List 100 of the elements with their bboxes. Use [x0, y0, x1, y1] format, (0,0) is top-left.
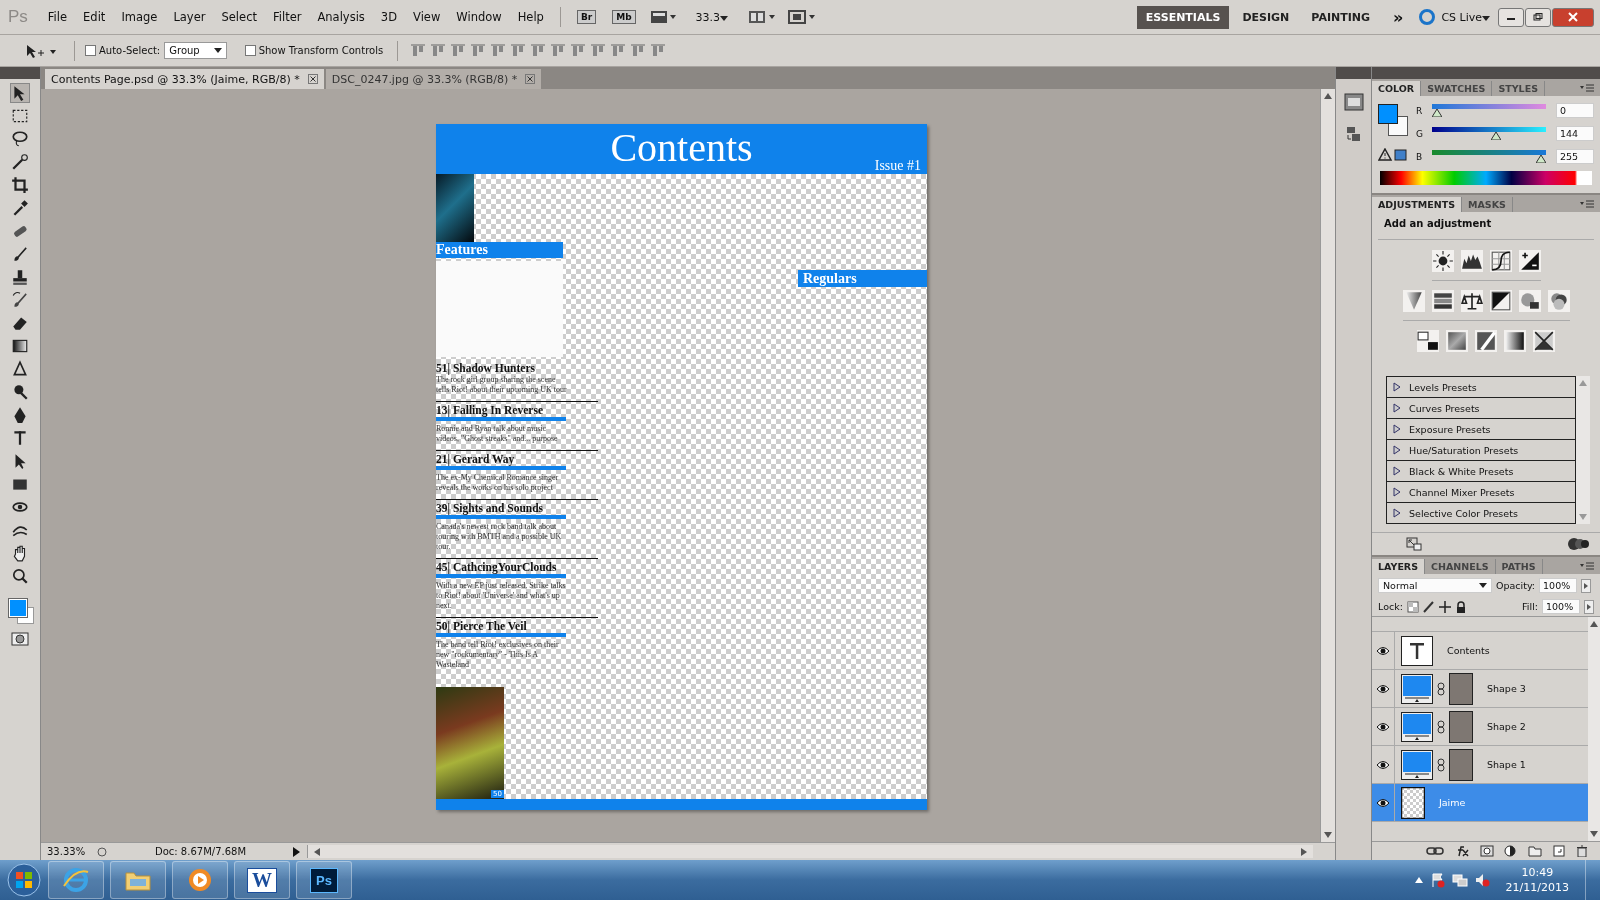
plus-minus-icon[interactable]	[1518, 250, 1541, 272]
link-icon[interactable]	[1426, 845, 1444, 857]
screen-mode-icon[interactable]	[788, 9, 817, 25]
panel-tab[interactable]: MASKS	[1462, 197, 1513, 212]
layers-scrollbar[interactable]	[1588, 617, 1600, 841]
circles-icon[interactable]	[1547, 290, 1570, 312]
triangle-icon[interactable]	[1393, 403, 1401, 413]
preset-item[interactable]: Levels Presets	[1387, 377, 1575, 398]
right-arrow-icon[interactable]	[1301, 847, 1307, 856]
preset-item[interactable]: Curves Presets	[1387, 398, 1575, 419]
menu-item[interactable]: Window	[448, 10, 510, 24]
workspace-button[interactable]: PAINTING	[1302, 5, 1380, 29]
move-arrows-icon[interactable]	[1438, 600, 1451, 613]
color-swatches[interactable]	[1378, 104, 1410, 138]
fill-field[interactable]: 100%	[1542, 599, 1580, 614]
triangle-icon[interactable]	[1393, 445, 1401, 455]
menu-item[interactable]: Help	[509, 10, 552, 24]
word-taskbar-button[interactable]: W	[234, 861, 290, 899]
film-dropdown-icon[interactable]	[649, 9, 676, 25]
menu-item[interactable]: Layer	[165, 10, 214, 24]
crop-icon[interactable]	[11, 176, 29, 194]
triangle-icon[interactable]	[1393, 487, 1401, 497]
type-tool-icon[interactable]	[11, 429, 29, 447]
sun-icon[interactable]	[1431, 250, 1454, 272]
close-button[interactable]	[1552, 7, 1594, 27]
panel-tab[interactable]: PATHS	[1495, 559, 1543, 574]
opacity-field[interactable]: 100%	[1539, 578, 1578, 593]
mask-icon[interactable]	[1480, 845, 1494, 857]
foreground-background-swatches[interactable]	[8, 598, 32, 626]
eye-icon[interactable]	[1376, 797, 1390, 808]
close-icon[interactable]	[307, 74, 318, 84]
brush-icon[interactable]	[11, 245, 29, 263]
eye-icon[interactable]	[1376, 759, 1390, 770]
curve-grid-icon[interactable]	[1489, 250, 1512, 272]
fill-slider-button[interactable]	[1584, 599, 1594, 614]
panel-tab[interactable]: CHANNELS	[1425, 559, 1496, 574]
menu-item[interactable]: View	[405, 10, 449, 24]
workspace-button[interactable]: DESIGN	[1233, 5, 1299, 29]
slider-thumb[interactable]	[1536, 155, 1546, 163]
padlock-icon[interactable]	[1454, 600, 1467, 613]
preset-item[interactable]: Channel Mixer Presets	[1387, 482, 1575, 503]
up-arrow-icon[interactable]	[1324, 93, 1332, 99]
triangle-icon[interactable]	[1393, 466, 1401, 476]
channel-value-field[interactable]: 0	[1556, 103, 1594, 118]
magnifier-icon[interactable]	[11, 383, 29, 401]
blend-mode-dropdown[interactable]: Normal	[1378, 578, 1492, 593]
new-layer-icon[interactable]	[1552, 845, 1566, 857]
layer-row[interactable]: Shape 2	[1372, 708, 1588, 746]
panel-tab[interactable]: ADJUSTMENTS	[1372, 197, 1463, 212]
panel-menu-icon[interactable]	[1580, 561, 1594, 570]
caret-icon[interactable]	[720, 15, 729, 21]
channel-value-field[interactable]: 144	[1556, 126, 1594, 141]
auto-select-target-dropdown[interactable]: Group	[164, 42, 227, 59]
marquee-icon[interactable]	[11, 107, 29, 125]
minimize-button[interactable]	[1498, 7, 1524, 27]
triangle-icon[interactable]	[1402, 290, 1425, 312]
menu-item[interactable]: Select	[213, 10, 265, 24]
document-tab[interactable]: Contents Page.psd @ 33.3% (Jaime, RGB/8) *	[45, 69, 324, 89]
menu-item[interactable]: Edit	[75, 10, 114, 24]
preset-item[interactable]: Exposure Presets	[1387, 419, 1575, 440]
more-workspaces-button[interactable]: »	[1393, 7, 1404, 27]
menu-item[interactable]: Analysis	[309, 10, 373, 24]
triangle-icon[interactable]	[1393, 382, 1401, 392]
show-transform-controls-checkbox[interactable]: Show Transform Controls	[244, 45, 384, 56]
quick-mask-icon[interactable]	[11, 631, 29, 647]
slider-thumb[interactable]	[1490, 132, 1501, 140]
network-icon[interactable]	[1451, 872, 1468, 888]
clock-time[interactable]: 10:49	[1521, 865, 1554, 880]
wand-icon[interactable]	[11, 153, 29, 171]
layer-row[interactable]: Shape 3	[1372, 670, 1588, 708]
close-icon[interactable]	[525, 74, 536, 84]
x-icon[interactable]	[1533, 330, 1555, 352]
menu-item[interactable]: Filter	[264, 10, 310, 24]
media-taskbar-button[interactable]	[172, 861, 228, 899]
up-arrow-icon[interactable]	[1590, 621, 1598, 627]
clip-layers-icon[interactable]	[1568, 537, 1590, 551]
stamp-icon[interactable]	[11, 268, 29, 286]
folder-taskbar-button[interactable]	[110, 861, 166, 899]
panel-menu-icon[interactable]	[1580, 199, 1594, 208]
brush-icon[interactable]	[1422, 600, 1435, 613]
left-arrow-icon[interactable]	[314, 847, 320, 856]
lasso-icon[interactable]	[11, 130, 29, 148]
show-hidden-icons-arrow[interactable]	[1413, 876, 1424, 884]
expand-view-icon[interactable]	[1406, 537, 1422, 551]
speaker-muted-icon[interactable]	[1473, 872, 1490, 888]
clock-date[interactable]: 21/11/2013	[1505, 880, 1569, 895]
arrange-documents-icon[interactable]	[748, 9, 777, 25]
trash-icon[interactable]	[1576, 845, 1588, 857]
triangle-icon[interactable]	[1393, 424, 1401, 434]
image-swap-icon[interactable]	[1417, 330, 1439, 352]
workspace-button[interactable]: ESSENTIALS	[1136, 5, 1230, 29]
panel-menu-icon[interactable]	[1580, 83, 1594, 92]
gradient-icon[interactable]	[11, 337, 29, 355]
vertical-scrollbar[interactable]	[1320, 89, 1335, 842]
panel-tab[interactable]: STYLES	[1492, 81, 1545, 96]
zoom-level-dropdown[interactable]: 33.3	[695, 10, 729, 24]
histogram-icon[interactable]	[1460, 250, 1483, 272]
slider-thumb[interactable]	[1432, 109, 1442, 117]
move-tool-preset-icon[interactable]	[24, 42, 58, 59]
menu-item[interactable]: 3D	[372, 10, 405, 24]
